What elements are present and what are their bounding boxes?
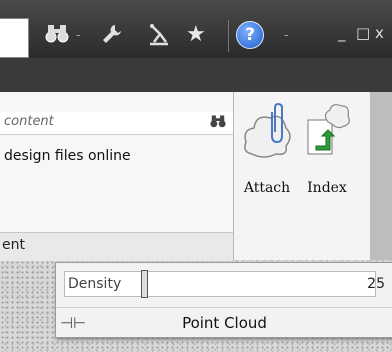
binoculars-icon[interactable] — [209, 112, 227, 134]
scrollbar[interactable] — [370, 92, 392, 260]
close-button[interactable]: x — [375, 24, 384, 42]
search-placeholder: content — [4, 114, 54, 129]
density-row: Density 25 — [56, 263, 392, 303]
star-icon[interactable]: ★ — [186, 22, 206, 48]
chevron-down-icon[interactable]: - — [76, 28, 80, 42]
title-bar: - ★ ? - _ □ x — [0, 0, 392, 58]
density-value: 25 — [367, 276, 385, 292]
point-cloud-footer: ⊣⊢ Point Cloud — [56, 307, 392, 338]
point-cloud-title: Point Cloud — [182, 314, 267, 332]
help-icon[interactable]: ? — [236, 21, 264, 49]
ribbon-tab-strip — [0, 58, 392, 92]
cloud-paperclip-icon — [242, 102, 292, 166]
wrench-icon[interactable] — [100, 22, 124, 53]
index-button[interactable]: Index — [302, 102, 352, 197]
panel-footer-label: ent — [2, 237, 25, 253]
index-label: Index — [307, 180, 347, 196]
binoculars-icon[interactable] — [44, 22, 70, 51]
search-result-link[interactable]: design files online — [4, 148, 131, 164]
search-panel: content design files online ent — [0, 92, 234, 261]
satellite-icon[interactable] — [148, 22, 172, 53]
density-label: Density — [68, 276, 122, 292]
minimize-button[interactable]: _ — [338, 24, 346, 42]
content-search-input[interactable]: content — [0, 112, 233, 135]
attach-button[interactable]: Attach — [242, 102, 292, 197]
help-dropdown-icon[interactable]: - — [284, 28, 288, 42]
ribbon-panel: Attach Index — [234, 92, 370, 260]
search-field[interactable] — [0, 18, 29, 58]
panel-footer[interactable]: ent — [0, 232, 233, 261]
point-cloud-panel: Density 25 ⊣⊢ Point Cloud — [55, 262, 392, 338]
density-slider-thumb[interactable] — [141, 270, 148, 298]
maximize-button[interactable]: □ — [356, 24, 370, 42]
toolbar-separator — [228, 20, 229, 52]
attach-label: Attach — [243, 180, 291, 196]
cloud-arrow-icon — [302, 104, 352, 168]
